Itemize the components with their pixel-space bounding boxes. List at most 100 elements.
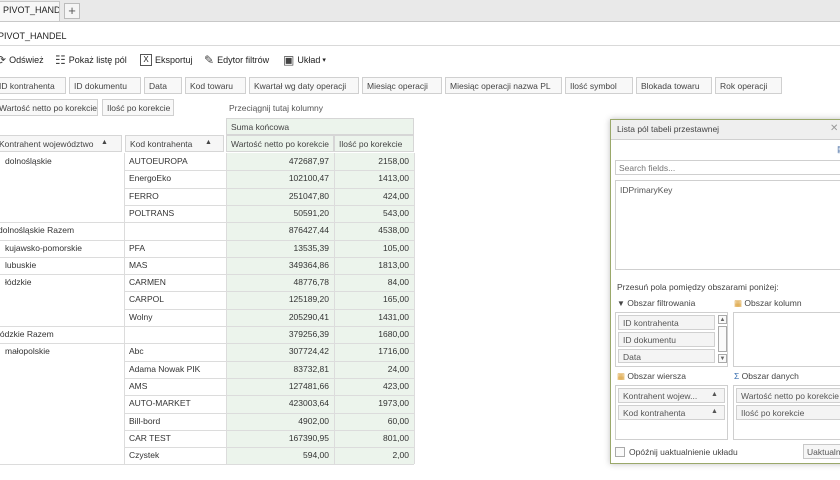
row-code-cell: AUTO-MARKET bbox=[129, 398, 191, 409]
data-area-item[interactable]: Ilość po korekcie bbox=[736, 405, 840, 420]
qty-value-cell: 1680,00 bbox=[378, 329, 409, 339]
filter-field-chip[interactable]: ID kontrahenta bbox=[0, 77, 66, 94]
row-area-item[interactable]: Kontrahent wojew... ▲ bbox=[618, 388, 725, 403]
row-total-label: dolnośląskie Razem bbox=[0, 225, 75, 236]
row-code-cell: CAR TEST bbox=[129, 432, 171, 443]
field-list-panel: Lista pól tabeli przestawnej ✕ ▤ IDPrima… bbox=[610, 119, 840, 464]
column-divider bbox=[124, 153, 125, 465]
layout-label: Układ bbox=[297, 55, 321, 65]
search-input[interactable] bbox=[615, 160, 840, 175]
qty-value-cell: 1813,00 bbox=[378, 259, 409, 270]
data-area-title: Σ Obszar danych bbox=[734, 371, 799, 381]
qty-value-cell: 1973,00 bbox=[378, 398, 409, 409]
filter-field-chip[interactable]: Ilość symbol bbox=[565, 77, 633, 94]
filter-field-chip[interactable]: Data bbox=[144, 77, 182, 94]
row-group-label: łódzkie bbox=[5, 277, 32, 288]
row-area[interactable]: Kontrahent wojew... ▲ Kod kontrahenta ▲ bbox=[615, 385, 728, 440]
qty-value-cell: 1431,00 bbox=[378, 311, 409, 322]
row-group-label: dolnośląskie bbox=[5, 156, 52, 166]
field-list: IDPrimaryKey bbox=[615, 180, 840, 270]
defer-update-label: Opóźnij uaktualnienie układu bbox=[629, 447, 738, 457]
row-divider bbox=[0, 464, 414, 466]
data-field-chip[interactable]: Wartość netto po korekcie bbox=[0, 99, 98, 116]
net-value-cell: 83732,81 bbox=[293, 363, 329, 374]
update-button[interactable]: Uaktualnij bbox=[803, 444, 840, 459]
row-header-code[interactable]: Kod kontrahenta ▲ bbox=[125, 135, 224, 152]
row-area-item[interactable]: Kod kontrahenta ▲ bbox=[618, 405, 725, 420]
row-area-item-label: Kontrahent wojew... bbox=[623, 391, 698, 401]
close-icon[interactable]: ✕ bbox=[830, 123, 838, 134]
net-value-cell: 423003,64 bbox=[288, 398, 329, 409]
column-area-title: ▦ Obszar kolumn bbox=[734, 298, 802, 309]
data-area-item[interactable]: Wartość netto po korekcie bbox=[736, 388, 840, 403]
sigma-icon: Σ bbox=[734, 371, 740, 381]
field-list-icon: ☷ bbox=[55, 53, 66, 67]
filter-area-item[interactable]: ID kontrahenta bbox=[618, 315, 715, 330]
sort-asc-icon: ▲ bbox=[711, 391, 718, 398]
column-drop-hint: Przeciągnij tutaj kolumny bbox=[229, 103, 324, 113]
refresh-icon: ⟳ bbox=[0, 53, 7, 67]
qty-value-cell: 801,00 bbox=[383, 432, 409, 443]
net-value-cell: 50591,20 bbox=[293, 207, 329, 218]
data-field-chip[interactable]: Ilość po korekcie bbox=[102, 99, 174, 116]
filter-field-chip[interactable]: Blokada towaru bbox=[636, 77, 712, 94]
data-area[interactable]: Wartość netto po korekcie Ilość po korek… bbox=[733, 385, 840, 440]
row-header-voivodeship[interactable]: Kontrahent województwo ▲ bbox=[0, 135, 122, 152]
column-divider bbox=[334, 153, 335, 465]
scroll-down-icon[interactable]: ▼ bbox=[718, 354, 727, 363]
sort-asc-icon: ▲ bbox=[205, 139, 212, 146]
row-code-cell: Adama Nowak PIK bbox=[129, 363, 201, 374]
filter-area-label: Obszar filtrowania bbox=[627, 298, 696, 308]
refresh-button[interactable]: ⟳ Odśwież bbox=[0, 50, 44, 70]
filter-field-chip[interactable]: Rok operacji bbox=[715, 77, 782, 94]
filter-field-chip[interactable]: Miesiąc operacji bbox=[362, 77, 442, 94]
row-group-label: małopolskie bbox=[5, 346, 50, 357]
qty-value-cell: 2158,00 bbox=[378, 156, 409, 166]
qty-value-cell: 84,00 bbox=[387, 277, 409, 288]
layout-icon: ▣ bbox=[283, 53, 295, 67]
field-list-item[interactable]: IDPrimaryKey bbox=[620, 185, 672, 195]
grand-total-header: Suma końcowa bbox=[226, 118, 414, 135]
sort-asc-icon: ▲ bbox=[711, 408, 718, 415]
toolbar: ⟳ Odśwież ☷ Pokaż listę pól X Eksportuj … bbox=[0, 50, 840, 70]
add-tab-button[interactable]: + bbox=[64, 3, 80, 19]
filter-field-chip[interactable]: Miesiąc operacji nazwa PL bbox=[445, 77, 562, 94]
filter-area-item[interactable]: Data bbox=[618, 349, 715, 363]
row-code-cell: POLTRANS bbox=[129, 207, 175, 218]
qty-value-cell: 2,00 bbox=[392, 450, 409, 461]
filter-field-chip[interactable]: Kod towaru bbox=[185, 77, 246, 94]
net-value-cell: 127481,66 bbox=[288, 380, 329, 391]
layout-button[interactable]: ▣ Układ ▾ bbox=[283, 50, 326, 70]
row-code-cell: Wolny bbox=[129, 311, 153, 322]
net-value-cell: 876427,44 bbox=[288, 225, 329, 236]
tab-pivot-handel[interactable]: PIVOT_HANDEL bbox=[0, 1, 60, 21]
scrollbar-thumb[interactable] bbox=[718, 326, 727, 352]
show-field-list-label: Pokaż listę pól bbox=[68, 55, 127, 65]
filter-field-chip[interactable]: Kwartał wg daty operacji bbox=[249, 77, 359, 94]
scroll-up-icon[interactable]: ▲ bbox=[718, 315, 727, 324]
row-code-cell: CARMEN bbox=[129, 277, 166, 288]
value-header-net: Wartość netto po korekcie bbox=[226, 135, 334, 152]
row-group-label: kujawsko-pomorskie bbox=[5, 242, 82, 253]
qty-value-cell: 4538,00 bbox=[378, 225, 409, 236]
filter-area[interactable]: ID kontrahenta ID dokumentu Data ▲ ▼ bbox=[615, 312, 728, 367]
row-code-cell: AUTOEUROPA bbox=[129, 156, 188, 166]
show-field-list-button[interactable]: ☷ Pokaż listę pól bbox=[55, 50, 127, 70]
row-code-cell: Czystek bbox=[129, 450, 160, 461]
pivot-app: PIVOT_HANDEL + PIVOT_HANDEL ⟳ Odśwież ☷ … bbox=[0, 0, 840, 480]
tab-strip: PIVOT_HANDEL + bbox=[0, 0, 840, 22]
row-code-cell: EnergoEko bbox=[129, 173, 172, 184]
row-code-cell: AMS bbox=[129, 380, 148, 391]
row-code-cell: FERRO bbox=[129, 190, 159, 201]
defer-update-checkbox[interactable] bbox=[615, 447, 625, 457]
filter-editor-icon: ✎ bbox=[204, 53, 215, 67]
net-value-cell: 102100,47 bbox=[288, 173, 329, 184]
column-area[interactable] bbox=[733, 312, 840, 367]
filter-area-item[interactable]: ID dokumentu bbox=[618, 332, 715, 347]
export-button[interactable]: X Eksportuj bbox=[140, 50, 193, 70]
net-value-cell: 167390,95 bbox=[288, 432, 329, 443]
column-divider bbox=[226, 153, 227, 465]
net-value-cell: 379256,39 bbox=[288, 329, 329, 339]
filter-field-chip[interactable]: ID dokumentu bbox=[69, 77, 141, 94]
filter-editor-button[interactable]: ✎ Edytor filtrów bbox=[204, 50, 269, 70]
